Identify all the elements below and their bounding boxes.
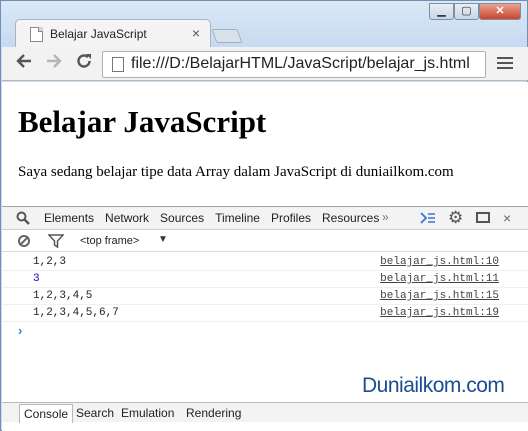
console-message: 1,2,3	[33, 256, 67, 268]
chevron-down-icon[interactable]: ▼	[158, 234, 168, 245]
tab-network[interactable]: Network	[105, 211, 149, 225]
console-filter-bar: <top frame> ▼	[2, 230, 528, 252]
minimize-button[interactable]: ▁	[429, 3, 454, 20]
drawer-tab-rendering[interactable]: Rendering	[182, 404, 245, 423]
console-message: 1,2,3,4,5	[33, 290, 93, 302]
watermark-part-1: Dunia	[362, 374, 415, 397]
page-icon	[30, 27, 43, 42]
tab-sources[interactable]: Sources	[160, 211, 204, 225]
new-tab-button[interactable]	[211, 29, 243, 43]
url-text[interactable]: file:///D:/BelajarHTML/JavaScript/belaja…	[131, 55, 470, 73]
tab-profiles[interactable]: Profiles	[271, 211, 311, 225]
dock-side-icon[interactable]	[476, 212, 490, 223]
watermark-part-2: ilkom.com	[414, 374, 505, 397]
console-message: 1,2,3,4,5,6,7	[33, 307, 119, 319]
console-source-link[interactable]: belajar_js.html:10	[380, 256, 499, 268]
more-tabs-icon[interactable]: »	[382, 210, 389, 224]
devtools-tabbar: Elements Network Sources Timeline Profil…	[2, 206, 528, 230]
tab-close-icon[interactable]: ×	[192, 25, 200, 41]
reload-icon[interactable]	[72, 52, 96, 76]
console-prompt[interactable]: ›	[18, 323, 22, 338]
close-window-button[interactable]: ✕	[479, 3, 521, 20]
back-arrow-icon[interactable]	[12, 52, 36, 76]
browser-window: Belajar JavaScript × ▁ ▢ ✕ file:///D:/Be…	[0, 0, 528, 431]
drawer-tab-console[interactable]: Console	[19, 404, 74, 423]
page-icon	[112, 57, 124, 72]
page-content: Belajar JavaScript Saya sedang belajar t…	[2, 82, 528, 206]
console-source-link[interactable]: belajar_js.html:15	[380, 290, 499, 302]
drawer-tab-emulation[interactable]: Emulation	[117, 404, 178, 423]
drawer-tab-search[interactable]: Search	[72, 404, 118, 423]
console-row: 1,2,3,4,5 belajar_js.html:15	[2, 288, 528, 305]
tab-resources[interactable]: Resources	[322, 211, 379, 225]
tab-title: Belajar JavaScript	[50, 27, 147, 41]
browser-tab[interactable]: Belajar JavaScript ×	[15, 19, 211, 49]
frame-selector[interactable]: <top frame>	[80, 235, 139, 247]
address-bar[interactable]: file:///D:/BelajarHTML/JavaScript/belaja…	[102, 51, 486, 78]
clear-console-icon[interactable]	[18, 235, 30, 247]
page-heading: Belajar JavaScript	[18, 104, 267, 139]
console-row: 1,2,3,4,5,6,7 belajar_js.html:19	[2, 305, 528, 322]
hamburger-menu-icon[interactable]	[496, 55, 514, 73]
title-bar: Belajar JavaScript × ▁ ▢ ✕	[1, 1, 527, 49]
window-controls: ▁ ▢ ✕	[429, 3, 521, 20]
tab-elements[interactable]: Elements	[44, 211, 94, 225]
gear-icon[interactable]: ⚙	[448, 209, 463, 227]
browser-toolbar: file:///D:/BelajarHTML/JavaScript/belaja…	[2, 47, 528, 81]
console-row: 1,2,3 belajar_js.html:10	[2, 254, 528, 271]
devtools-close-icon[interactable]: ×	[503, 210, 511, 226]
console-drawer-tabs: Console Search Emulation Rendering	[2, 402, 528, 423]
forward-arrow-icon[interactable]	[42, 52, 66, 76]
tab-timeline[interactable]: Timeline	[215, 211, 260, 225]
devtools-panel: Elements Network Sources Timeline Profil…	[2, 206, 528, 431]
console-source-link[interactable]: belajar_js.html:11	[380, 273, 499, 285]
page-paragraph: Saya sedang belajar tipe data Array dala…	[18, 164, 454, 180]
watermark-logo: Duniailkom.com	[362, 374, 505, 398]
show-drawer-icon[interactable]	[420, 211, 436, 228]
console-message: 3	[33, 273, 40, 285]
inspect-search-icon[interactable]	[16, 211, 30, 225]
maximize-button[interactable]: ▢	[454, 3, 479, 20]
console-row: 3 belajar_js.html:11	[2, 271, 528, 288]
filter-icon[interactable]	[47, 234, 65, 249]
devtools-tabs: Elements Network Sources Timeline Profil…	[44, 211, 390, 225]
console-source-link[interactable]: belajar_js.html:19	[380, 307, 499, 319]
